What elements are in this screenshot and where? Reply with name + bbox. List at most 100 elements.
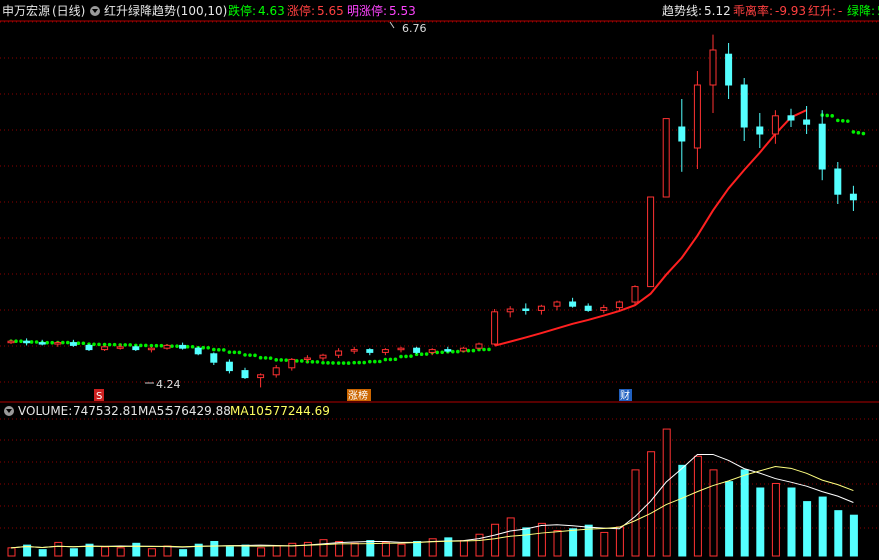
candle xyxy=(397,346,405,353)
ma5-label: MA5: xyxy=(138,404,169,418)
trend-dot xyxy=(378,359,382,364)
trend-dot xyxy=(217,347,221,352)
candle-body xyxy=(397,347,405,351)
candle xyxy=(163,344,171,350)
candle-body xyxy=(553,301,561,307)
trend-dot xyxy=(482,347,486,352)
trend-dot xyxy=(368,359,372,364)
trend-dot xyxy=(362,360,367,365)
trend-dot xyxy=(861,131,866,136)
trend-dot xyxy=(248,353,252,357)
trend-dot xyxy=(274,358,279,362)
ma5-value: 576429.88 xyxy=(166,404,231,418)
trend-dot xyxy=(76,341,81,346)
trend-dot xyxy=(139,343,143,348)
candle xyxy=(818,110,826,181)
trend-dot xyxy=(14,339,18,344)
trend-dot xyxy=(856,130,861,135)
trend-dot xyxy=(128,343,132,347)
volume-bar xyxy=(787,487,796,557)
trend-dot xyxy=(159,343,164,348)
candle-body xyxy=(23,340,31,344)
trend-dot xyxy=(34,340,39,344)
candle-body xyxy=(600,307,608,311)
candle-body xyxy=(257,374,265,379)
candle xyxy=(615,300,623,311)
candle-body xyxy=(225,361,233,372)
candle xyxy=(272,365,280,378)
volume-bar xyxy=(350,542,359,557)
volume-bar xyxy=(849,514,858,557)
trend-dot xyxy=(206,345,210,350)
candle xyxy=(7,339,15,344)
candle-body xyxy=(350,349,358,352)
trend-dot xyxy=(258,355,263,360)
candle xyxy=(288,358,296,371)
candle-body xyxy=(709,49,717,86)
trend-dot xyxy=(201,345,205,350)
candle-body xyxy=(101,346,109,351)
candle xyxy=(23,338,31,346)
trend-dot xyxy=(825,113,829,118)
volume-bar xyxy=(54,541,63,557)
trend-dot xyxy=(830,114,834,118)
trend-dot xyxy=(112,342,117,347)
candle xyxy=(132,345,140,351)
candle-body xyxy=(319,354,327,359)
candle-body xyxy=(335,350,343,356)
volume-label: VOLUME: xyxy=(18,404,73,418)
volume-bar xyxy=(210,540,219,557)
volume-bar xyxy=(600,531,609,557)
volume-bar xyxy=(522,527,531,557)
candle xyxy=(787,108,795,127)
candle xyxy=(413,346,421,354)
trend-dot xyxy=(300,359,304,363)
candle-body xyxy=(459,347,467,352)
candle xyxy=(210,352,218,365)
candle-body xyxy=(537,305,545,311)
trend-dot xyxy=(212,347,216,352)
candle-body xyxy=(132,346,140,351)
rise-ranking-marker[interactable]: 涨榜 xyxy=(348,389,368,402)
candle xyxy=(225,359,233,374)
candle xyxy=(506,306,514,318)
volume-bar xyxy=(631,469,640,557)
kline-chart[interactable]: 6.76 4.24 S 涨榜 财 xyxy=(0,0,879,560)
trend-dot xyxy=(393,357,398,362)
candle-body xyxy=(210,353,218,363)
finance-marker[interactable]: 财 xyxy=(620,389,630,402)
candle-body xyxy=(584,305,592,311)
volume-bar xyxy=(319,539,328,557)
candle xyxy=(475,342,483,350)
volume-bar xyxy=(413,540,422,557)
volume-dropdown-icon[interactable] xyxy=(4,406,14,416)
candle xyxy=(569,297,577,308)
trend-dot xyxy=(107,342,112,347)
candle xyxy=(147,346,155,353)
trend-dot xyxy=(279,358,284,362)
volume-bar xyxy=(101,546,110,557)
candle xyxy=(38,339,46,346)
volume-bar xyxy=(116,547,125,557)
candle xyxy=(54,341,62,347)
volume-bar xyxy=(662,428,671,557)
candle-body xyxy=(771,115,779,135)
candle-body xyxy=(849,193,857,201)
candle-body xyxy=(85,344,93,351)
trend-dot xyxy=(310,360,315,364)
candle-body xyxy=(413,347,421,353)
volume-bar xyxy=(225,546,234,557)
candle-body xyxy=(147,347,155,351)
trend-dot xyxy=(451,349,455,354)
candle xyxy=(678,99,686,172)
candle-body xyxy=(475,343,483,349)
candle xyxy=(600,304,608,314)
trend-dot xyxy=(487,347,491,352)
candle-body xyxy=(803,119,811,125)
trend-dot xyxy=(456,349,460,354)
candle xyxy=(381,348,389,356)
signal-marker-s[interactable]: S xyxy=(96,391,102,402)
volume-bars xyxy=(7,428,858,557)
trend-dot xyxy=(388,357,393,362)
volume-bar xyxy=(740,469,749,557)
